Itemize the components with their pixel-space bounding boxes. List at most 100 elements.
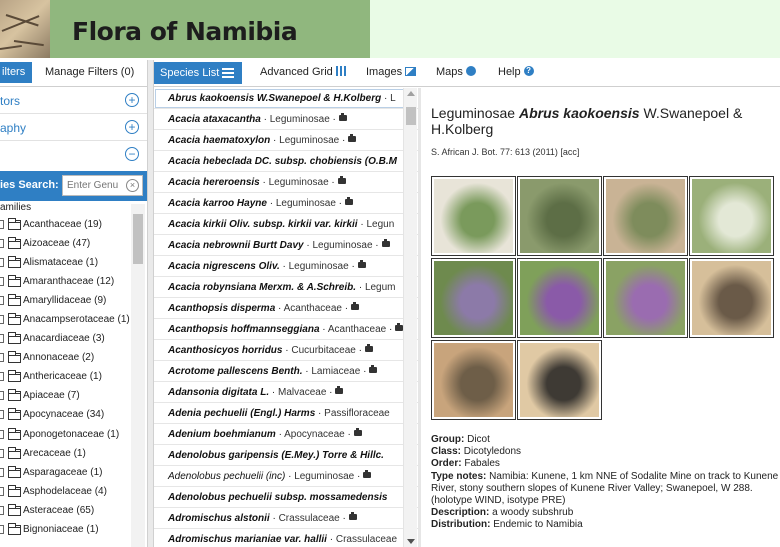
checkbox[interactable] — [0, 372, 4, 382]
species-name: Acanthopsis disperma — [168, 303, 276, 314]
family-item[interactable]: Anacampserotaceae (1) — [0, 310, 131, 329]
species-photo — [520, 261, 599, 335]
species-list-item[interactable]: Acacia nigrescens Oliv. · Leguminosae · — [154, 256, 418, 277]
species-list-item[interactable]: Acacia nebrownii Burtt Davy · Leguminosa… — [154, 235, 418, 256]
family-item[interactable]: Apocynaceae (34) — [0, 405, 131, 424]
species-list-item[interactable]: Acanthosicyos horridus · Cucurbitaceae · — [154, 340, 418, 361]
checkbox[interactable] — [0, 296, 4, 306]
species-list-item[interactable]: Adenium boehmianum · Apocynaceae · — [154, 424, 418, 445]
detail-species: Abrus kaokoensis — [518, 105, 640, 121]
family-item[interactable]: Asparagaceae (1) — [0, 463, 131, 482]
species-photo-thumbnail[interactable] — [431, 258, 516, 338]
species-photo-thumbnail[interactable] — [689, 176, 774, 256]
checkbox[interactable] — [0, 334, 4, 344]
family-item[interactable]: Bignoniaceae (1) — [0, 520, 131, 539]
species-photo-thumbnail[interactable] — [517, 258, 602, 338]
checkbox[interactable] — [0, 448, 4, 458]
species-list-item[interactable]: Acanthopsis disperma · Acanthaceae · — [154, 298, 418, 319]
checkbox[interactable] — [0, 277, 4, 287]
expand-plus-icon[interactable]: + — [125, 93, 139, 107]
species-list-item[interactable]: Acanthopsis hoffmannseggiana · Acanthace… — [154, 319, 418, 340]
species-list-scrollbar[interactable] — [403, 88, 417, 547]
family-item[interactable]: Aizoaceae (47) — [0, 234, 131, 253]
species-photo-thumbnail[interactable] — [603, 258, 688, 338]
checkbox[interactable] — [0, 239, 4, 249]
clear-search-icon[interactable]: × — [126, 179, 139, 192]
checkbox[interactable] — [0, 353, 4, 363]
tab-filters[interactable]: ilters — [0, 62, 32, 83]
species-list-item[interactable]: Adenolobus pechuelii subsp. mossamedensi… — [154, 487, 418, 508]
family-item[interactable]: Alismataceae (1) — [0, 253, 131, 272]
tab-help[interactable]: Help? — [498, 66, 534, 78]
camera-icon — [381, 239, 390, 247]
scroll-down-arrow-icon[interactable] — [407, 539, 415, 544]
family-item[interactable]: Aponogetonaceae (1) — [0, 425, 131, 444]
species-photo-thumbnail[interactable] — [517, 176, 602, 256]
family-item[interactable]: Amaranthaceae (12) — [0, 272, 131, 291]
species-list-item[interactable]: Acacia haematoxylon · Leguminosae · — [154, 130, 418, 151]
family-item[interactable]: Asphodelaceae (4) — [0, 482, 131, 501]
family-list-scrollbar[interactable] — [131, 204, 145, 547]
family-item[interactable]: Asteraceae (65) — [0, 501, 131, 520]
checkbox[interactable] — [0, 467, 4, 477]
filter-section-geography[interactable]: aphy + — [0, 115, 147, 141]
checkbox[interactable] — [0, 258, 4, 268]
collapse-minus-icon[interactable]: − — [125, 147, 139, 161]
checkbox[interactable] — [0, 524, 4, 534]
species-photo-thumbnail[interactable] — [431, 176, 516, 256]
camera-icon — [337, 176, 346, 184]
family-item[interactable]: Apiaceae (7) — [0, 386, 131, 405]
folder-icon — [8, 522, 21, 535]
family-label: Acanthaceae (19) — [23, 219, 102, 230]
checkbox[interactable] — [0, 315, 4, 325]
family-item[interactable]: Arecaceae (1) — [0, 444, 131, 463]
species-list-item[interactable]: Acacia karroo Hayne · Leguminosae · — [154, 193, 418, 214]
checkbox[interactable] — [0, 410, 4, 420]
scrollbar-thumb[interactable] — [133, 214, 143, 264]
species-list-item[interactable]: Adenolobus pechuelii (inc) · Leguminosae… — [154, 466, 418, 487]
tab-maps[interactable]: Maps — [436, 66, 476, 78]
filter-section-authors[interactable]: tors + — [0, 88, 147, 114]
filter-section-taxonomy[interactable]: − — [0, 142, 147, 168]
checkbox[interactable] — [0, 505, 4, 515]
species-list-item[interactable]: Adansonia digitata L. · Malvaceae · — [154, 382, 418, 403]
species-name: Acacia ataxacantha — [168, 114, 261, 125]
species-photo-thumbnail[interactable] — [517, 340, 602, 420]
checkbox[interactable] — [0, 429, 4, 439]
species-photo-thumbnail[interactable] — [603, 176, 688, 256]
species-list-item[interactable]: Acacia hebeclada DC. subsp. chobiensis (… — [154, 151, 418, 172]
species-list-item[interactable]: Acacia ataxacantha · Leguminosae · — [154, 109, 418, 130]
family-item[interactable]: Acanthaceae (19) — [0, 215, 131, 234]
tab-advanced-grid[interactable]: Advanced Grid — [260, 66, 346, 78]
species-list-item[interactable]: Acacia robynsiana Merxm. & A.Schreib. · … — [154, 277, 418, 298]
species-list-item[interactable]: Adenia pechuelii (Engl.) Harms · Passifl… — [154, 403, 418, 424]
species-name: Acanthosicyos horridus — [168, 345, 283, 356]
tab-label: Maps — [436, 66, 463, 78]
scrollbar-thumb[interactable] — [406, 107, 416, 125]
tab-species-list[interactable]: Species List — [154, 62, 243, 84]
species-list-item[interactable]: Adromischus alstonii · Crassulaceae · — [154, 508, 418, 529]
checkbox[interactable] — [0, 220, 4, 229]
species-list-item[interactable]: Abrus kaokoensis W.Swanepoel & H.Kolberg… — [154, 88, 418, 109]
species-list-item[interactable]: Adenolobus garipensis (E.Mey.) Torre & H… — [154, 445, 418, 466]
family-item[interactable]: Anthericaceae (1) — [0, 367, 131, 386]
family-label: Asphodelaceae (4) — [23, 485, 107, 497]
family-item[interactable]: Annonaceae (2) — [0, 348, 131, 367]
tab-manage-filters[interactable]: Manage Filters (0) — [45, 66, 134, 78]
species-photo-thumbnail[interactable] — [689, 258, 774, 338]
checkbox[interactable] — [0, 391, 4, 401]
species-list-item[interactable]: Acacia kirkii Oliv. subsp. kirkii var. k… — [154, 214, 418, 235]
detail-family: Leguminosae — [431, 105, 516, 121]
checkbox[interactable] — [0, 486, 4, 496]
species-photo-thumbnail[interactable] — [431, 340, 516, 420]
tab-images[interactable]: Images — [366, 66, 417, 78]
scroll-up-arrow-icon[interactable] — [407, 91, 415, 96]
species-list-item[interactable]: Adromischus marianiae var. hallii · Cras… — [154, 529, 418, 547]
family-item[interactable]: Anacardiaceae (3) — [0, 329, 131, 348]
family-item[interactable]: Amaryllidaceae (9) — [0, 291, 131, 310]
banner-photo — [0, 0, 50, 58]
panel-splitter[interactable] — [147, 60, 154, 547]
species-list-item[interactable]: Acacia hereroensis · Leguminosae · — [154, 172, 418, 193]
species-list-item[interactable]: Acrotome pallescens Benth. · Lamiaceae · — [154, 361, 418, 382]
expand-plus-icon[interactable]: + — [125, 120, 139, 134]
